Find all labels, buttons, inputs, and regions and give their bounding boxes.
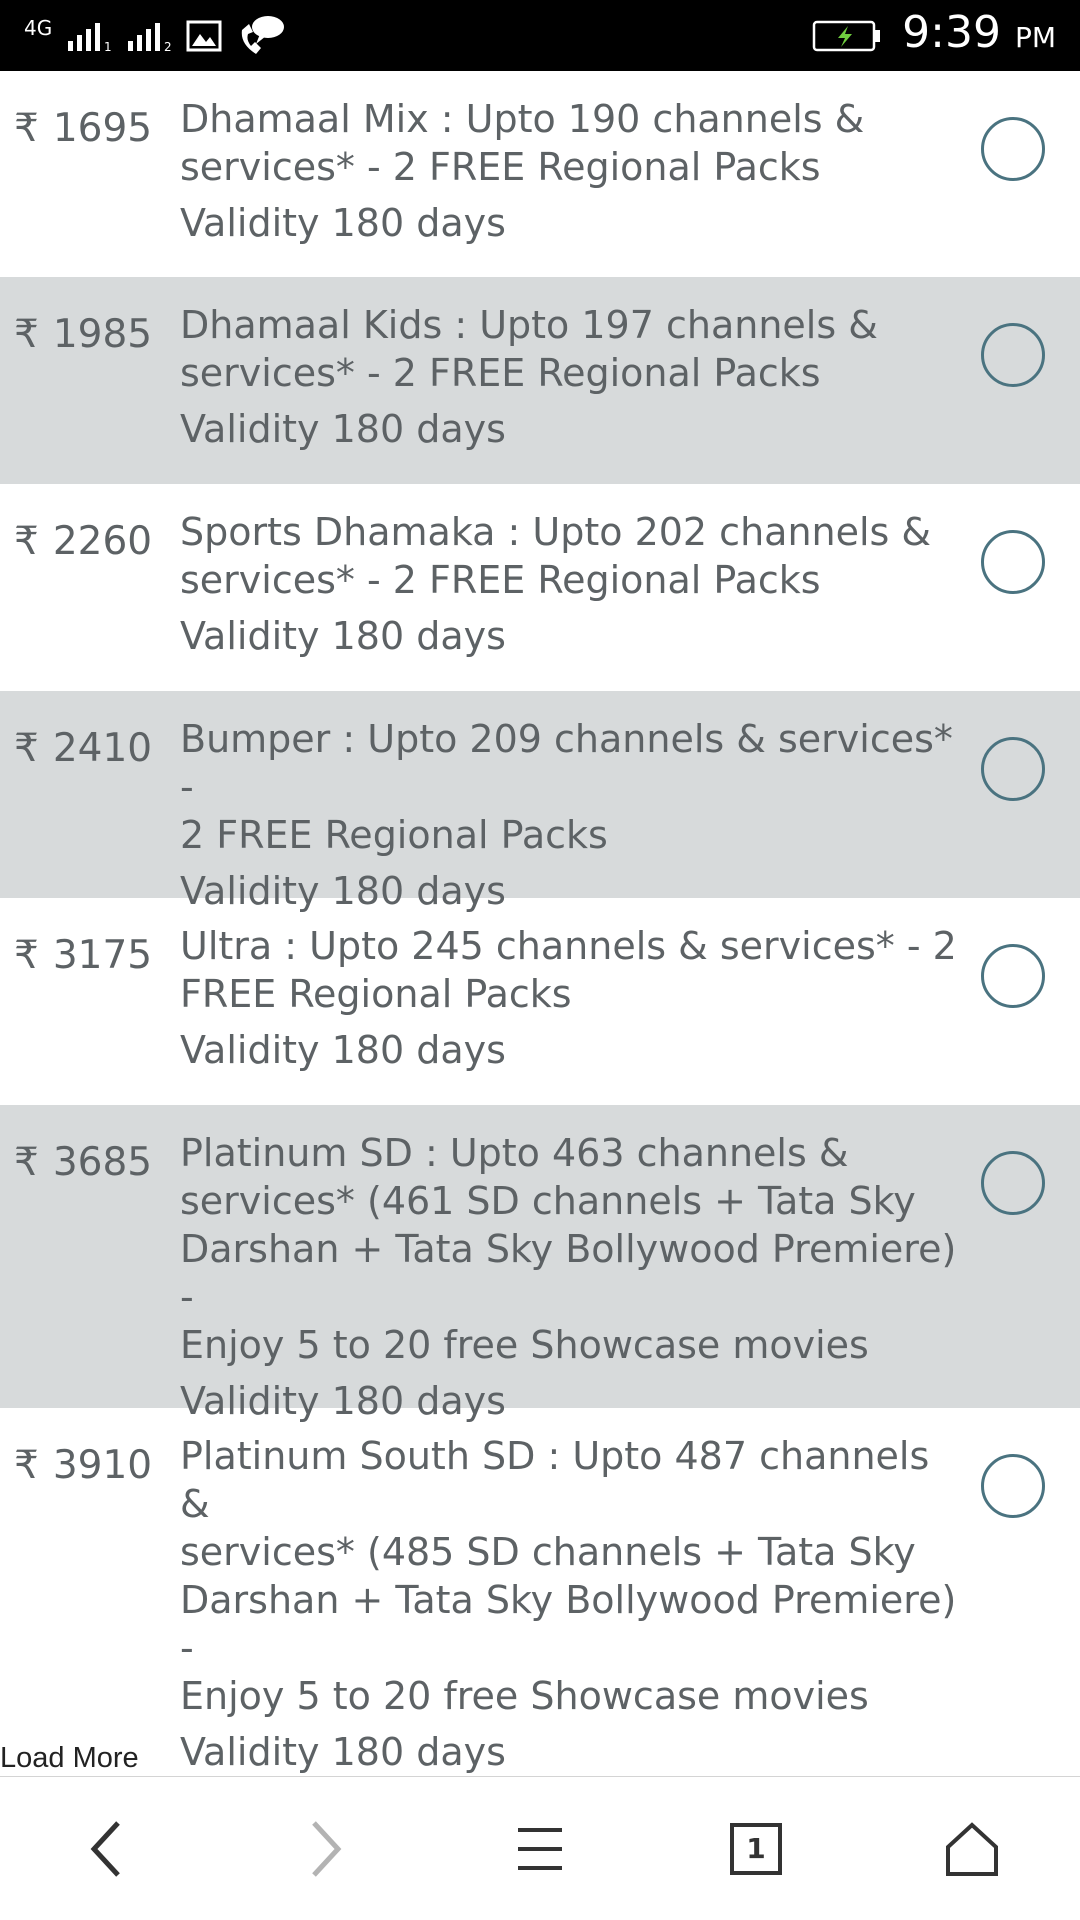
rupee-symbol: ₹: [14, 519, 39, 564]
pack-description: Platinum South SD : Upto 487 channels & s…: [180, 1432, 964, 1776]
rupee-symbol: ₹: [14, 726, 39, 771]
voice-chat-notification-icon: [242, 15, 285, 54]
back-button[interactable]: [46, 1777, 166, 1920]
pack-price: ₹2410: [14, 726, 153, 771]
back-icon: [90, 1820, 120, 1877]
pack-description: Dhamaal Mix : Upto 190 channels & service…: [180, 95, 964, 247]
signal-sim2-icon: 2: [128, 22, 172, 53]
pack-radio-button[interactable]: [981, 117, 1045, 181]
pack-row[interactable]: ₹2260 Sports Dhamaka : Upto 202 channels…: [0, 484, 1080, 691]
pack-validity: Validity 180 days: [180, 614, 506, 658]
pack-radio-button[interactable]: [981, 1454, 1045, 1518]
pack-row[interactable]: ₹3175 Ultra : Upto 245 channels & servic…: [0, 898, 1080, 1105]
pack-radio-button[interactable]: [981, 944, 1045, 1008]
rupee-symbol: ₹: [14, 933, 39, 978]
pack-price: ₹3175: [14, 933, 153, 978]
gallery-notification-icon: [186, 20, 222, 51]
pack-radio-button[interactable]: [981, 530, 1045, 594]
rupee-symbol: ₹: [14, 312, 39, 357]
status-left: 4G 1 2: [24, 0, 286, 71]
pack-description: Dhamaal Kids : Upto 197 channels & servic…: [180, 301, 964, 453]
status-bar: 4G 1 2 9:39 PM: [0, 0, 1080, 71]
rupee-symbol: ₹: [14, 1140, 39, 1185]
pack-row[interactable]: ₹1985 Dhamaal Kids : Upto 197 channels &…: [0, 277, 1080, 484]
pack-row[interactable]: ₹3685 Platinum SD : Upto 463 channels & s…: [0, 1105, 1080, 1423]
svg-text:1: 1: [104, 40, 112, 53]
pack-description: Bumper : Upto 209 channels & services* -…: [180, 715, 964, 915]
menu-button[interactable]: [480, 1777, 600, 1920]
pack-validity: Validity 180 days: [180, 201, 506, 245]
pack-price: ₹3910: [14, 1443, 153, 1488]
forward-button[interactable]: [266, 1777, 386, 1920]
home-button[interactable]: [912, 1777, 1032, 1920]
pack-price: ₹3685: [14, 1140, 153, 1185]
pack-validity: Validity 180 days: [180, 407, 506, 451]
tab-count: 1: [746, 1832, 766, 1865]
pack-validity: Validity 180 days: [180, 1028, 506, 1072]
pack-description: Platinum SD : Upto 463 channels & service…: [180, 1129, 964, 1425]
pack-description: Ultra : Upto 245 channels & services* - …: [180, 922, 964, 1074]
pack-price: ₹1695: [14, 106, 153, 151]
pack-description: Sports Dhamaka : Upto 202 channels & serv…: [180, 508, 964, 660]
pack-row[interactable]: ₹1695 Dhamaal Mix : Upto 190 channels & s…: [0, 71, 1080, 277]
pack-row[interactable]: ₹2410 Bumper : Upto 209 channels & servi…: [0, 691, 1080, 913]
svg-text:2: 2: [164, 40, 172, 53]
rupee-symbol: ₹: [14, 1443, 39, 1488]
bottom-nav-bar: 1: [0, 1777, 1080, 1920]
battery-charging-icon: [812, 20, 881, 51]
pack-row[interactable]: ₹3910 Platinum South SD : Upto 487 chann…: [0, 1408, 1080, 1774]
forward-icon: [312, 1820, 342, 1877]
pack-price: ₹2260: [14, 519, 153, 564]
signal-sim1-icon: 1: [68, 22, 112, 53]
rupee-symbol: ₹: [14, 106, 39, 151]
status-right: 9:39 PM: [812, 0, 1056, 71]
clock: 9:39 PM: [902, 7, 1056, 58]
network-type: 4G: [24, 15, 53, 40]
pack-price: ₹1985: [14, 312, 153, 357]
pack-radio-button[interactable]: [981, 323, 1045, 387]
pack-radio-button[interactable]: [981, 1151, 1045, 1215]
home-icon: [946, 1821, 998, 1876]
menu-icon: [518, 1827, 562, 1870]
pack-list: ₹1695 Dhamaal Mix : Upto 190 channels & s…: [0, 71, 1080, 1774]
tabs-button[interactable]: 1: [696, 1777, 816, 1920]
load-more-link[interactable]: Load More: [0, 1736, 139, 1780]
pack-validity: Validity 180 days: [180, 1730, 506, 1774]
pack-radio-button[interactable]: [981, 737, 1045, 801]
